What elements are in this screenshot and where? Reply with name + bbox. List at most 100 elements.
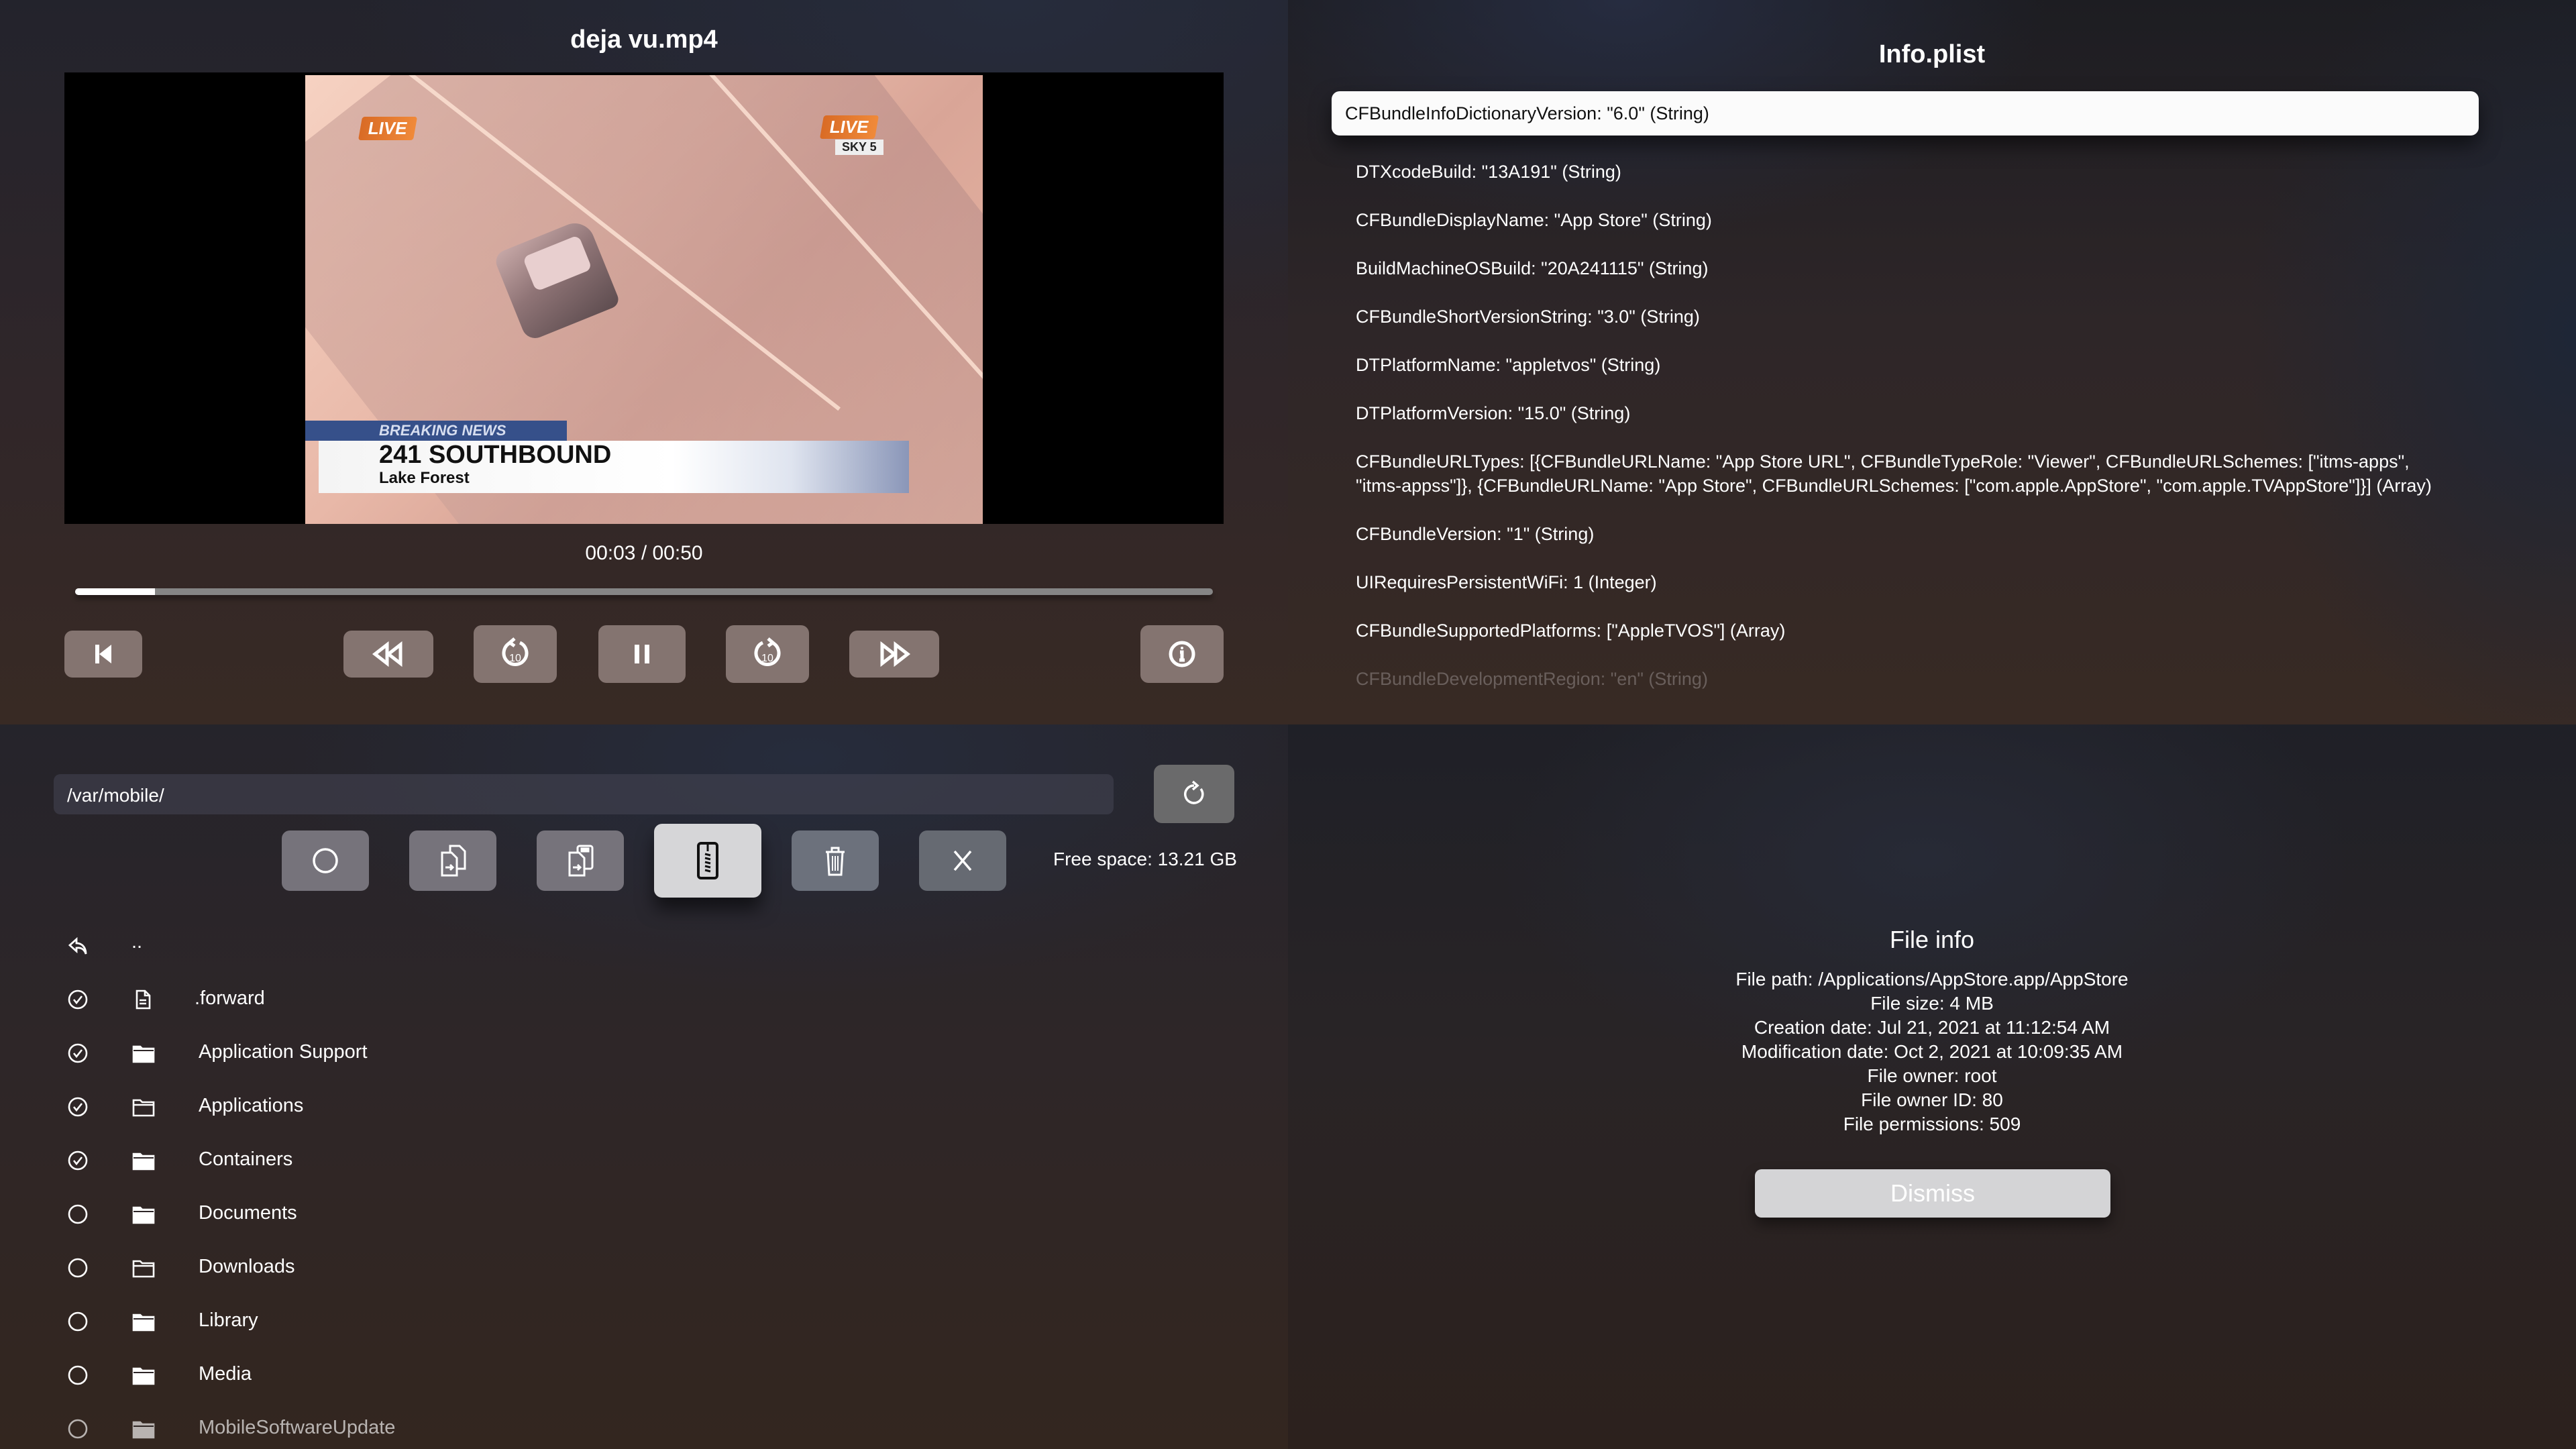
- file-browser-pane: /var/mobile/ Free space: 13.21 GB .. .fo…: [0, 724, 1288, 1449]
- pause-button[interactable]: [598, 625, 686, 683]
- pause-icon: [635, 645, 649, 663]
- empty-circle-icon[interactable]: [67, 1311, 89, 1332]
- plist-row[interactable]: CFBundleURLTypes: [{CFBundleURLName: "Ap…: [1332, 440, 2479, 507]
- fast-forward-icon: [880, 641, 911, 667]
- file-list-item[interactable]: Documents: [0, 1194, 1208, 1234]
- file-list-item[interactable]: Media: [0, 1355, 1208, 1395]
- folder-outline-icon: [132, 1099, 155, 1117]
- close-icon: [953, 850, 972, 871]
- checkmark-circle-icon[interactable]: [67, 989, 89, 1010]
- seek-bar[interactable]: [75, 588, 1213, 595]
- plist-row[interactable]: DTPlatformName: "appletvos" (String): [1332, 343, 2479, 386]
- empty-circle-icon[interactable]: [67, 1203, 89, 1225]
- rewind-button[interactable]: [343, 631, 433, 678]
- fast-forward-button[interactable]: [849, 631, 939, 678]
- copy-button[interactable]: [409, 830, 496, 891]
- video-title: deja vu.mp4: [570, 25, 718, 54]
- rotate-back-10-icon: 10: [502, 637, 529, 666]
- document-icon: [136, 989, 151, 1010]
- select-all-button[interactable]: [282, 830, 369, 891]
- checkmark-circle-icon[interactable]: [67, 1096, 89, 1118]
- delete-button[interactable]: [792, 830, 879, 891]
- news-subline: Lake Forest: [379, 469, 470, 487]
- file-info-line: File permissions: 509: [1843, 1114, 2021, 1134]
- file-name: MobileSoftwareUpdate: [199, 1417, 396, 1438]
- parent-directory-row[interactable]: ..: [0, 926, 1208, 966]
- info-icon: [1169, 641, 1195, 667]
- empty-circle-icon[interactable]: [67, 1257, 89, 1279]
- skip-forward-10-button[interactable]: 10: [726, 625, 809, 683]
- file-list-item[interactable]: Library: [0, 1301, 1208, 1342]
- file-info-details: File path: /Applications/AppStore.app/Ap…: [1288, 967, 2576, 1136]
- empty-circle-icon[interactable]: [67, 1418, 89, 1440]
- file-name: Library: [199, 1309, 258, 1331]
- file-list-item[interactable]: Application Support: [0, 1033, 1208, 1073]
- plist-list[interactable]: CFBundleInfoDictionaryVersion: "6.0" (St…: [1332, 91, 2479, 706]
- file-info-line: File owner ID: 80: [1861, 1089, 2003, 1110]
- skip-back-10-button[interactable]: 10: [474, 625, 557, 683]
- info-button[interactable]: [1140, 625, 1224, 683]
- live-badge-left: LIVE: [358, 117, 417, 140]
- file-name: Application Support: [199, 1041, 368, 1063]
- refresh-button[interactable]: [1154, 765, 1234, 823]
- checkmark-circle-icon[interactable]: [67, 1042, 89, 1064]
- plist-row[interactable]: CFBundleDisplayName: "App Store" (String…: [1332, 199, 2479, 241]
- previous-track-button[interactable]: [64, 631, 142, 678]
- plist-row[interactable]: BuildMachineOSBuild: "20A241115" (String…: [1332, 247, 2479, 290]
- trash-icon: [826, 847, 845, 876]
- folder-outline-icon: [132, 1260, 155, 1278]
- news-headline: 241 SOUTHBOUND: [379, 441, 612, 469]
- live-badge-right: LIVE: [819, 115, 879, 139]
- plist-row[interactable]: CFBundleShortVersionString: "3.0" (Strin…: [1332, 295, 2479, 338]
- move-button[interactable]: [537, 830, 624, 891]
- free-space-label: Free space: 13.21 GB: [1053, 849, 1237, 869]
- compress-button[interactable]: [654, 824, 761, 898]
- skip-back-icon: [95, 645, 111, 663]
- breaking-news-tag: BREAKING NEWS: [305, 421, 567, 441]
- file-list-item[interactable]: Downloads: [0, 1248, 1208, 1288]
- plist-row[interactable]: DTXcodeBuild: "13A191" (String): [1332, 150, 2479, 193]
- plist-row[interactable]: CFBundleVersion: "1" (String): [1332, 513, 2479, 555]
- plist-row-selected[interactable]: CFBundleInfoDictionaryVersion: "6.0" (St…: [1332, 91, 2479, 136]
- seek-bar-progress: [75, 588, 155, 595]
- file-info-line: File size: 4 MB: [1870, 993, 1994, 1014]
- file-info-line: File path: /Applications/AppStore.app/Ap…: [1735, 969, 2129, 989]
- plist-row[interactable]: CFBundleSupportedPlatforms: ["AppleTVOS"…: [1332, 609, 2479, 652]
- refresh-icon: [1184, 780, 1204, 804]
- file-list-item[interactable]: .forward: [0, 979, 1208, 1020]
- zip-archive-icon: [697, 842, 718, 879]
- checkmark-circle-icon[interactable]: [67, 1150, 89, 1171]
- plist-viewer-pane: Info.plist CFBundleInfoDictionaryVersion…: [1288, 0, 2576, 724]
- file-list-item[interactable]: MobileSoftwareUpdate: [0, 1409, 1208, 1449]
- folder-icon: [132, 1152, 155, 1171]
- file-info-line: Creation date: Jul 21, 2021 at 11:12:54 …: [1754, 1017, 2110, 1038]
- move-files-icon: [568, 845, 594, 877]
- video-surface[interactable]: LIVE LIVE SKY 5 BREAKING NEWS 241 SOUTHB…: [64, 72, 1224, 524]
- file-list-item[interactable]: Containers: [0, 1140, 1208, 1181]
- cancel-button[interactable]: [919, 830, 1006, 891]
- playback-time: 00:03 / 00:50: [585, 542, 703, 564]
- video-frame: LIVE LIVE SKY 5 BREAKING NEWS 241 SOUTHB…: [305, 75, 983, 524]
- path-input[interactable]: /var/mobile/: [54, 774, 1114, 814]
- circle-icon: [313, 848, 338, 873]
- dismiss-button[interactable]: Dismiss: [1755, 1169, 2110, 1218]
- video-player-pane: deja vu.mp4 LIVE LIVE SKY 5 BREAKING NEW…: [0, 0, 1288, 724]
- back-arrow-icon: [68, 936, 87, 955]
- plist-row[interactable]: DTPlatformVersion: "15.0" (String): [1332, 392, 2479, 435]
- folder-icon: [132, 1206, 155, 1224]
- news-lower-third: BREAKING NEWS 241 SOUTHBOUND Lake Forest: [305, 421, 909, 493]
- file-name: Applications: [199, 1095, 304, 1116]
- file-name: Media: [199, 1363, 252, 1385]
- rotate-forward-10-icon: 10: [754, 637, 781, 666]
- file-name: Documents: [199, 1202, 297, 1224]
- empty-circle-icon[interactable]: [67, 1364, 89, 1386]
- plist-title: Info.plist: [1878, 40, 1986, 68]
- plist-row[interactable]: UIRequiresPersistentWiFi: 1 (Integer): [1332, 561, 2479, 604]
- file-info-title: File info: [1889, 926, 1975, 953]
- file-list-item[interactable]: Applications: [0, 1087, 1208, 1127]
- parent-directory-label: ..: [131, 931, 143, 953]
- file-name: Containers: [199, 1148, 293, 1170]
- file-info-line: File owner: root: [1867, 1065, 1997, 1086]
- plist-row[interactable]: CFBundleDevelopmentRegion: "en" (String): [1332, 657, 2479, 700]
- folder-icon: [132, 1367, 155, 1385]
